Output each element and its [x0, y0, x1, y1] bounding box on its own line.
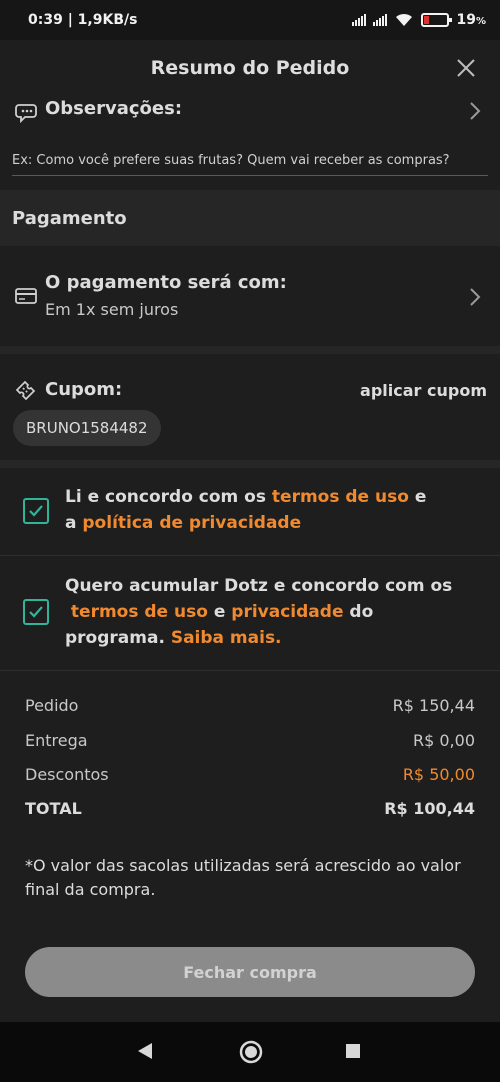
payment-section-header: Pagamento [0, 190, 500, 246]
check-icon [29, 606, 43, 618]
dotz-text: Quero acumular Dotz e concordo com os te… [65, 576, 453, 648]
navigation-bar [0, 1022, 500, 1082]
observations-label: Observações: [45, 98, 183, 119]
close-icon [457, 59, 475, 77]
terms-row: Li e concordo com os termos de uso e a p… [0, 468, 500, 556]
close-button[interactable] [452, 54, 480, 82]
coupon-label: Cupom: [45, 379, 123, 400]
ticket-icon [15, 380, 36, 400]
privacy-policy-link[interactable]: política de privacidade [82, 513, 301, 533]
summary-row-total: TOTAL R$ 100,44 [25, 799, 475, 818]
battery-percent: 19% [456, 12, 486, 28]
home-icon[interactable] [239, 1040, 263, 1064]
wifi-icon [396, 13, 413, 26]
bags-note: *O valor das sacolas utilizadas será acr… [25, 856, 461, 899]
coupon-code: BRUNO1584482 [26, 419, 148, 437]
terms-text: Li e concordo com os termos de uso e a p… [65, 487, 427, 533]
dotz-row: Quero acumular Dotz e concordo com os te… [0, 557, 500, 670]
check-icon [29, 505, 43, 517]
payment-title: O pagamento será com: [45, 272, 287, 293]
section-divider [0, 460, 500, 468]
payment-method-row[interactable]: O pagamento será com: Em 1x sem juros [0, 246, 500, 346]
checkout-button[interactable]: Fechar compra [25, 947, 475, 997]
observations-input[interactable] [12, 146, 488, 176]
dotz-terms-link[interactable]: termos de uso [71, 602, 208, 622]
recents-icon[interactable] [346, 1044, 360, 1058]
coupon-code-chip[interactable]: BRUNO1584482 [13, 410, 161, 446]
signal-icon-2 [373, 14, 388, 26]
chevron-right-icon [470, 288, 481, 306]
status-bar: 0:39 | 1,9KB/s 19% [0, 0, 500, 40]
signal-icon [352, 14, 367, 26]
section-divider [0, 346, 500, 354]
dotz-privacy-link[interactable]: privacidade [231, 602, 343, 622]
summary-row-order: Pedido R$ 150,44 [25, 696, 475, 715]
summary-row-delivery: Entrega R$ 0,00 [25, 731, 475, 750]
order-summary: Pedido R$ 150,44 Entrega R$ 0,00 Descont… [0, 670, 500, 1020]
page-title: Resumo do Pedido [150, 57, 350, 79]
credit-card-icon [15, 288, 37, 304]
terms-of-use-link[interactable]: termos de uso [272, 487, 409, 507]
coupon-section: Cupom: aplicar cupom BRUNO1584482 [0, 354, 500, 460]
payment-subtitle: Em 1x sem juros [45, 300, 179, 319]
status-icons: 19% [352, 12, 486, 28]
apply-coupon-link[interactable]: aplicar cupom [360, 381, 487, 400]
terms-checkbox[interactable] [23, 498, 49, 524]
header: Resumo do Pedido [0, 40, 500, 96]
learn-more-link[interactable]: Saiba mais. [171, 628, 282, 648]
back-icon[interactable] [137, 1042, 153, 1060]
status-time: 0:39 | 1,9KB/s [28, 12, 138, 28]
dotz-checkbox[interactable] [23, 599, 49, 625]
chat-icon [15, 104, 37, 123]
chevron-right-icon[interactable] [468, 100, 482, 122]
summary-row-discount: Descontos R$ 50,00 [25, 765, 475, 784]
battery-icon [421, 13, 453, 27]
payment-section-title: Pagamento [12, 207, 127, 229]
